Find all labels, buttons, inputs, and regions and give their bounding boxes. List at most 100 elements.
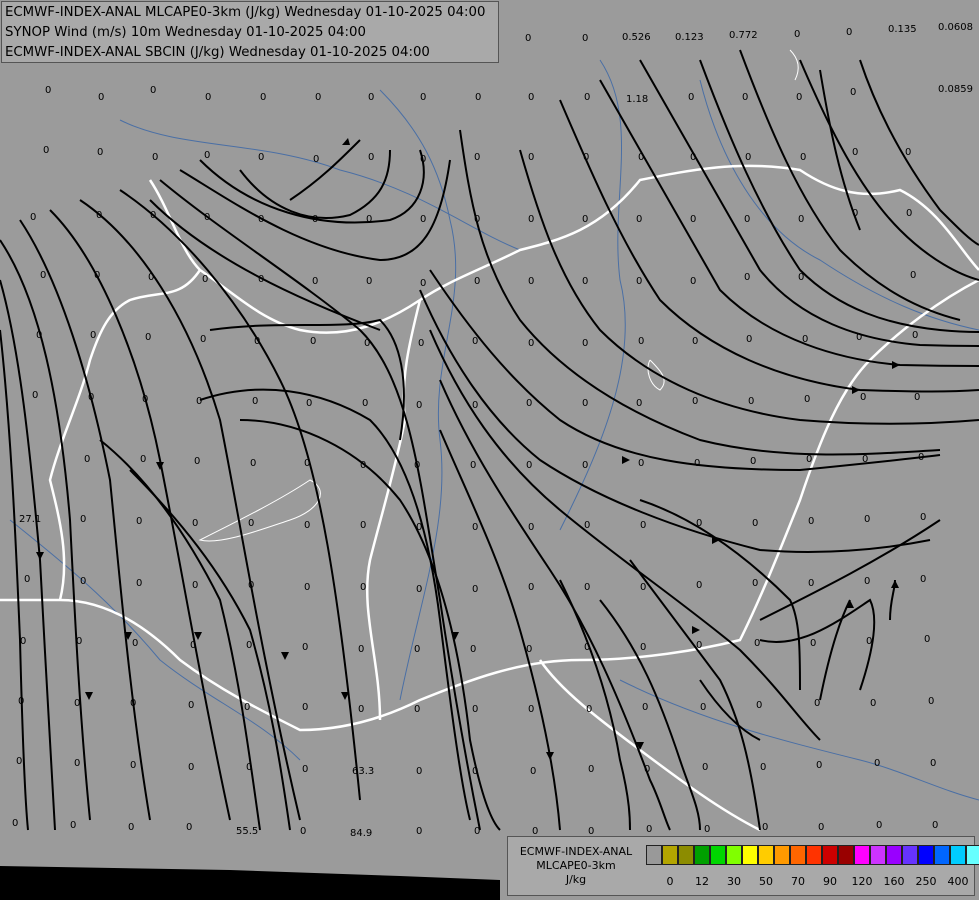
svg-text:0: 0: [582, 460, 588, 471]
svg-text:0: 0: [420, 154, 426, 165]
svg-text:0: 0: [205, 92, 211, 103]
svg-text:0: 0: [814, 698, 820, 709]
svg-text:0: 0: [582, 398, 588, 409]
legend-title: ECMWF-INDEX-ANAL MLCAPE0-3km J/kg: [510, 845, 642, 887]
svg-text:0: 0: [90, 330, 96, 341]
svg-text:0: 0: [640, 642, 646, 653]
svg-text:0: 0: [76, 636, 82, 647]
legend-swatch: [662, 845, 678, 865]
svg-text:0: 0: [816, 760, 822, 771]
svg-text:0: 0: [132, 638, 138, 649]
svg-text:0: 0: [688, 92, 694, 103]
svg-text:0: 0: [94, 270, 100, 281]
svg-text:0: 0: [368, 92, 374, 103]
svg-text:0: 0: [584, 642, 590, 653]
svg-text:0: 0: [470, 644, 476, 655]
svg-text:0: 0: [696, 580, 702, 591]
svg-text:0: 0: [640, 582, 646, 593]
svg-text:0: 0: [420, 278, 426, 289]
svg-text:0: 0: [746, 334, 752, 345]
svg-text:0: 0: [360, 460, 366, 471]
svg-text:0: 0: [754, 638, 760, 649]
svg-text:0: 0: [246, 640, 252, 651]
svg-text:0: 0: [932, 820, 938, 831]
svg-text:0: 0: [186, 822, 192, 833]
svg-text:0: 0: [852, 147, 858, 158]
svg-text:0: 0: [130, 760, 136, 771]
svg-text:0: 0: [304, 458, 310, 469]
svg-text:0: 0: [692, 396, 698, 407]
svg-text:0: 0: [906, 208, 912, 219]
svg-text:0: 0: [140, 454, 146, 465]
svg-text:0: 0: [416, 400, 422, 411]
legend: ECMWF-INDEX-ANAL MLCAPE0-3km J/kg 0 12 30 5…: [507, 836, 979, 896]
svg-text:0: 0: [12, 818, 18, 829]
svg-text:0: 0: [802, 334, 808, 345]
svg-text:0: 0: [312, 214, 318, 225]
svg-text:0: 0: [638, 458, 644, 469]
svg-text:0: 0: [760, 762, 766, 773]
svg-text:0: 0: [188, 700, 194, 711]
svg-text:0: 0: [80, 576, 86, 587]
svg-text:0: 0: [582, 338, 588, 349]
svg-text:0: 0: [644, 764, 650, 775]
svg-text:0: 0: [70, 820, 76, 831]
legend-swatch: [726, 845, 742, 865]
svg-text:0: 0: [584, 92, 590, 103]
svg-text:0: 0: [800, 152, 806, 163]
svg-text:0: 0: [128, 822, 134, 833]
svg-text:0: 0: [420, 214, 426, 225]
legend-swatch: [678, 845, 694, 865]
svg-text:0: 0: [748, 396, 754, 407]
legend-swatch: [854, 845, 870, 865]
svg-text:0: 0: [876, 820, 882, 831]
svg-text:0: 0: [584, 520, 590, 531]
svg-text:0: 0: [300, 826, 306, 837]
svg-text:0: 0: [30, 212, 36, 223]
svg-text:0: 0: [694, 458, 700, 469]
value-label: 0.0859: [938, 84, 973, 95]
svg-text:0: 0: [856, 332, 862, 343]
svg-text:0: 0: [696, 640, 702, 651]
svg-text:0: 0: [745, 152, 751, 163]
svg-text:0: 0: [528, 276, 534, 287]
svg-text:0: 0: [472, 522, 478, 533]
svg-text:0: 0: [928, 696, 934, 707]
svg-text:0: 0: [636, 276, 642, 287]
svg-text:0: 0: [416, 522, 422, 533]
legend-tick-label: 12: [695, 875, 709, 888]
svg-text:0: 0: [313, 154, 319, 165]
legend-swatch: [902, 845, 918, 865]
svg-text:0: 0: [472, 336, 478, 347]
svg-text:0: 0: [414, 460, 420, 471]
svg-text:0: 0: [912, 330, 918, 341]
svg-text:0: 0: [414, 644, 420, 655]
svg-text:0: 0: [472, 400, 478, 411]
svg-text:0: 0: [416, 584, 422, 595]
svg-text:0: 0: [150, 210, 156, 221]
svg-text:0: 0: [84, 454, 90, 465]
svg-text:0: 0: [530, 766, 536, 777]
svg-text:0: 0: [416, 766, 422, 777]
svg-text:0: 0: [584, 582, 590, 593]
svg-text:0: 0: [420, 92, 426, 103]
svg-text:0: 0: [244, 702, 250, 713]
svg-text:0: 0: [304, 520, 310, 531]
svg-text:0: 0: [526, 460, 532, 471]
svg-text:0: 0: [752, 578, 758, 589]
legend-tick-label: 50: [759, 875, 773, 888]
svg-text:0: 0: [642, 702, 648, 713]
svg-text:0: 0: [136, 516, 142, 527]
svg-text:0: 0: [150, 85, 156, 96]
svg-text:0: 0: [192, 580, 198, 591]
legend-swatch: [646, 845, 662, 865]
svg-text:0: 0: [310, 336, 316, 347]
svg-text:0: 0: [260, 92, 266, 103]
legend-swatch: [774, 845, 790, 865]
title-box: ECMWF-INDEX-ANAL MLCAPE0-3km (J/kg) Wedn…: [1, 1, 499, 63]
svg-text:0: 0: [918, 452, 924, 463]
svg-text:0: 0: [470, 460, 476, 471]
legend-swatch: [934, 845, 950, 865]
legend-swatch: [806, 845, 822, 865]
svg-text:0: 0: [258, 274, 264, 285]
